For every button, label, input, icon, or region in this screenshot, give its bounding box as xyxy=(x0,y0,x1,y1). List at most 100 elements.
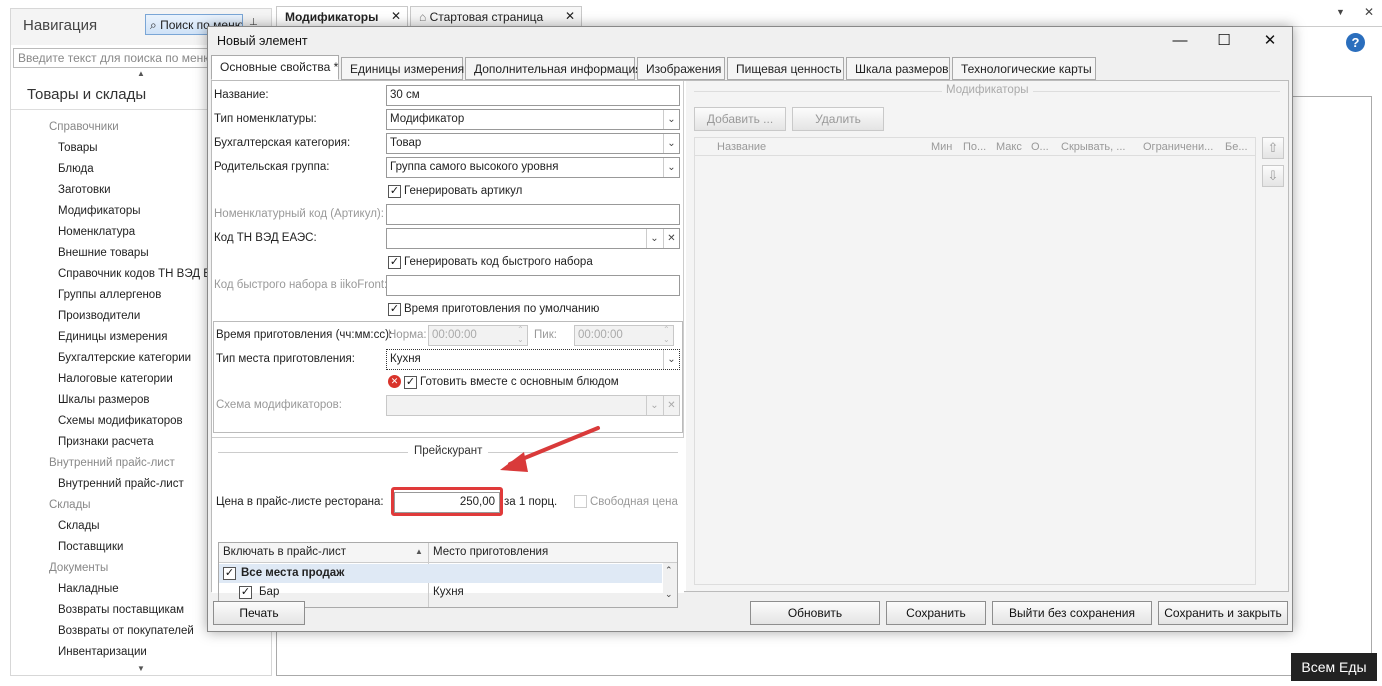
grid-col-include[interactable]: Включать в прайс-лист xyxy=(223,546,346,558)
tab-main-properties[interactable]: Основные свойства * xyxy=(211,55,339,80)
sort-up-icon: ▲ xyxy=(415,547,423,556)
add-modifier-button[interactable]: Добавить ... xyxy=(694,107,786,131)
nav-group-label[interactable]: Склады xyxy=(49,499,91,511)
mod-col[interactable]: Скрывать, ... xyxy=(1061,141,1125,153)
sidebar-item[interactable]: Товары xyxy=(58,142,98,154)
sidebar-item[interactable]: Шкалы размеров xyxy=(58,394,150,406)
article-input[interactable] xyxy=(386,204,680,225)
grid-col-place[interactable]: Место приготовления xyxy=(433,546,548,558)
tab-additional-info[interactable]: Дополнительная информация xyxy=(465,57,642,80)
mod-col[interactable]: Макс xyxy=(996,141,1022,153)
article-label: Номенклатурный код (Артикул): xyxy=(214,208,384,220)
row-name: Все места продаж xyxy=(241,567,345,579)
mod-col[interactable]: О... xyxy=(1031,141,1049,153)
accounting-category-select[interactable]: Товар xyxy=(386,133,680,154)
tab-start-page[interactable]: ⌂ Стартовая страница ✕ xyxy=(410,6,582,26)
tab-size-scale[interactable]: Шкала размеров xyxy=(846,57,950,80)
include-bar-checkbox[interactable]: ✓ xyxy=(239,586,252,599)
sidebar-item[interactable]: Склады xyxy=(58,520,100,532)
close-icon[interactable]: ✕ xyxy=(391,9,401,23)
sidebar-item[interactable]: Схемы модификаторов xyxy=(58,415,183,427)
close-dialog-icon[interactable]: ✕ xyxy=(1248,29,1292,53)
minimize-icon[interactable]: — xyxy=(1158,29,1202,53)
move-down-icon[interactable]: ⇩ xyxy=(1262,165,1284,187)
sidebar-item[interactable]: Налоговые категории xyxy=(58,373,173,385)
sidebar-item[interactable]: Возвраты от покупателей xyxy=(58,625,194,637)
scroll-down-icon[interactable]: ▼ xyxy=(137,664,145,673)
chevron-down-icon[interactable]: ⌄ xyxy=(665,589,673,600)
nav-group-label[interactable]: Внутренний прайс-лист xyxy=(49,457,175,469)
cook-together-checkbox[interactable]: ✓ xyxy=(404,376,417,389)
name-input[interactable]: 30 см xyxy=(386,85,680,106)
sidebar-item[interactable]: Модификаторы xyxy=(58,205,141,217)
save-button[interactable]: Сохранить xyxy=(886,601,986,625)
norm-time-input[interactable]: 00:00:00 xyxy=(428,325,528,346)
sidebar-item[interactable]: Справочник кодов ТН ВЭД ЕА xyxy=(58,268,219,280)
chevron-down-icon[interactable]: ⌄ xyxy=(646,229,662,248)
maximize-icon[interactable]: ☐ xyxy=(1202,29,1246,53)
sidebar-item[interactable]: Инвентаризации xyxy=(58,646,147,658)
sidebar-item[interactable]: Накладные xyxy=(58,583,119,595)
parent-group-select[interactable]: Группа самого высокого уровня xyxy=(386,157,680,178)
tab-units[interactable]: Единицы измерения xyxy=(341,57,464,80)
annotation-arrow xyxy=(500,426,600,472)
peak-time-input[interactable]: 00:00:00 xyxy=(574,325,674,346)
chevron-down-icon[interactable]: ⌄ xyxy=(663,110,679,129)
cook-place-select[interactable]: Кухня xyxy=(386,349,680,370)
mod-col[interactable]: Ограничени... xyxy=(1143,141,1213,153)
move-up-icon[interactable]: ⇧ xyxy=(1262,137,1284,159)
sidebar-item[interactable]: Поставщики xyxy=(58,541,123,553)
tab-list-dropdown-icon[interactable]: ▼ xyxy=(1336,7,1345,17)
spin-icon[interactable]: ⌃ ⌄ xyxy=(517,325,524,345)
mod-col[interactable]: Мин xyxy=(931,141,952,153)
clear-icon[interactable]: ✕ xyxy=(663,396,679,415)
tab-modifiers[interactable]: Модификаторы ✕ xyxy=(276,6,408,26)
chevron-down-icon[interactable]: ⌄ xyxy=(663,350,679,369)
print-button[interactable]: Печать xyxy=(213,601,305,625)
tab-content: Название: 30 см Тип номенклатуры: Модифи… xyxy=(211,80,1289,608)
close-all-icon[interactable]: ✕ xyxy=(1364,5,1374,19)
close-icon[interactable]: ✕ xyxy=(565,9,575,23)
exit-without-saving-button[interactable]: Выйти без сохранения xyxy=(992,601,1152,625)
sidebar-item[interactable]: Номенклатура xyxy=(58,226,135,238)
sidebar-item[interactable]: Группы аллергенов xyxy=(58,289,161,301)
refresh-button[interactable]: Обновить xyxy=(750,601,880,625)
chevron-down-icon[interactable]: ⌄ xyxy=(663,158,679,177)
default-cook-time-checkbox[interactable]: ✓ xyxy=(388,303,401,316)
free-price-checkbox[interactable] xyxy=(574,495,587,508)
chevron-down-icon[interactable]: ⌄ xyxy=(646,396,662,415)
clear-icon[interactable]: ✕ xyxy=(663,229,679,248)
chevron-up-icon[interactable]: ⌃ xyxy=(665,565,673,576)
help-icon[interactable]: ? xyxy=(1346,33,1365,52)
name-label: Название: xyxy=(214,89,269,101)
sidebar-item[interactable]: Внешние товары xyxy=(58,247,149,259)
mod-col[interactable]: Бе... xyxy=(1225,141,1248,153)
include-all-checkbox[interactable]: ✓ xyxy=(223,567,236,580)
sidebar-item[interactable]: Признаки расчета xyxy=(58,436,154,448)
mod-col[interactable]: Название xyxy=(717,141,766,153)
nav-group-label[interactable]: Справочники xyxy=(49,121,119,133)
generate-quick-code-checkbox[interactable]: ✓ xyxy=(388,256,401,269)
sidebar-item[interactable]: Блюда xyxy=(58,163,94,175)
cook-place-value: Кухня xyxy=(390,353,421,365)
save-and-close-button[interactable]: Сохранить и закрыть xyxy=(1158,601,1288,625)
nav-group-label[interactable]: Документы xyxy=(49,562,108,574)
sidebar-item[interactable]: Внутренний прайс-лист xyxy=(58,478,184,490)
delete-modifier-button[interactable]: Удалить xyxy=(792,107,884,131)
modifier-scheme-select[interactable] xyxy=(386,395,680,416)
tab-nutrition[interactable]: Пищевая ценность xyxy=(727,57,844,80)
tab-tech-cards[interactable]: Технологические карты xyxy=(952,57,1096,80)
type-select[interactable]: Модификатор xyxy=(386,109,680,130)
sidebar-item[interactable]: Заготовки xyxy=(58,184,111,196)
tab-images[interactable]: Изображения xyxy=(637,57,725,80)
tnved-select[interactable] xyxy=(386,228,680,249)
sidebar-item[interactable]: Бухгалтерские категории xyxy=(58,352,191,364)
sidebar-item[interactable]: Производители xyxy=(58,310,140,322)
quick-code-input[interactable] xyxy=(386,275,680,296)
sidebar-item[interactable]: Единицы измерения xyxy=(58,331,167,343)
chevron-down-icon[interactable]: ⌄ xyxy=(663,134,679,153)
generate-article-checkbox[interactable]: ✓ xyxy=(388,185,401,198)
sidebar-item[interactable]: Возвраты поставщикам xyxy=(58,604,184,616)
spin-icon[interactable]: ⌃ ⌄ xyxy=(663,325,670,345)
mod-col[interactable]: По... xyxy=(963,141,986,153)
